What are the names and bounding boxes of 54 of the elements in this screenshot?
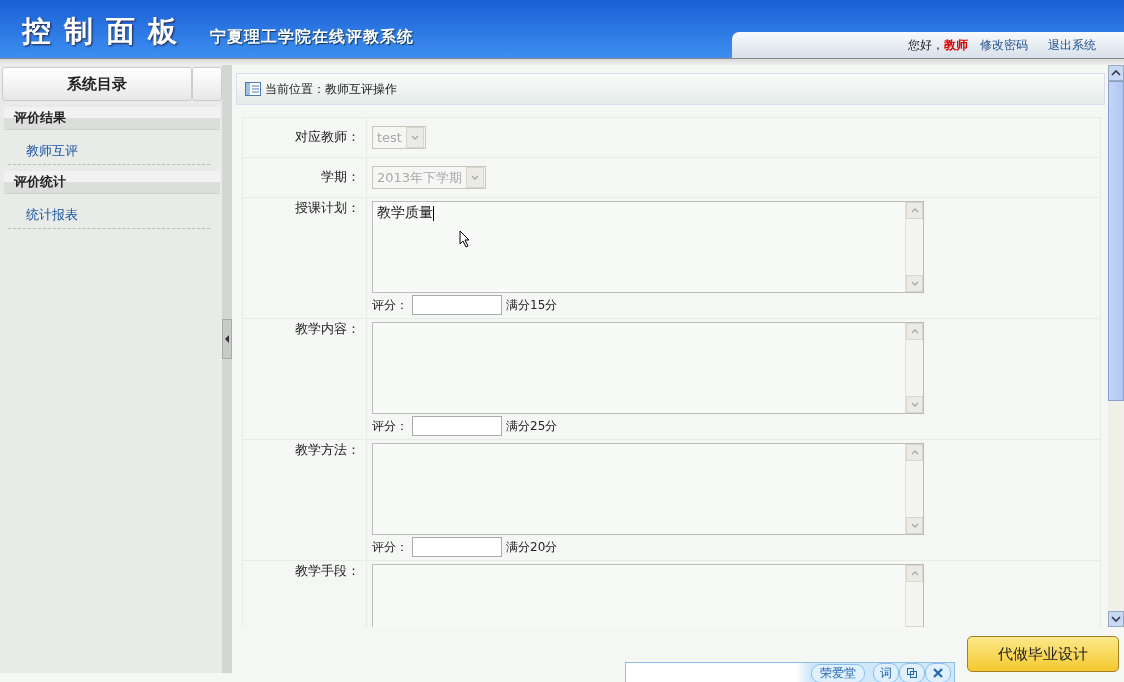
breadcrumb-text: 当前位置：教师互评操作 [265,80,397,98]
user-name: 教师 [944,36,968,54]
scrollbar[interactable] [1108,65,1124,627]
close-button[interactable] [925,663,951,682]
header-link[interactable]: 修改密码 [980,36,1028,54]
menu-link[interactable]: 统计报表 [8,200,210,229]
up-chevron-icon [910,571,919,576]
max-score-note: 满分15分 [506,296,558,314]
dropdown: 2013年下学期 [372,166,487,189]
up-chevron-icon [910,208,919,213]
word-button[interactable]: 词 [873,663,899,682]
copy-icon [907,668,917,678]
down-chevron-icon [410,135,419,140]
menu-link[interactable]: 教师互评 [8,136,210,165]
up-chevron-icon [910,329,919,334]
sidebar-title: 系统目录 [2,67,192,101]
score-label: 评分： [372,296,408,314]
down-chevron-icon [910,281,919,286]
window-icon [245,82,261,96]
score-field[interactable] [412,537,502,557]
ad-bubble[interactable]: 代做毕业设计 [967,636,1119,672]
field-label: 教学手段： [295,563,360,578]
up-chevron-icon [1111,70,1121,76]
scroll-up-button[interactable] [1108,65,1124,81]
dropdown: test [372,126,426,149]
field-label: 授课计划： [295,200,360,215]
down-chevron-icon [471,175,480,180]
score-label: 评分： [372,417,408,435]
mouse-pointer-icon [459,230,471,248]
up-chevron-icon [910,450,919,455]
close-icon [933,668,943,678]
score-label: 评分： [372,538,408,556]
copy-button[interactable] [899,663,925,682]
max-score-note: 满分20分 [506,538,558,556]
system-name: 宁夏理工学院在线评教系统 [210,27,414,48]
field-label: 教学方法： [295,442,360,457]
field-label: 学期： [321,168,360,184]
panel-title: 控制面板 [22,13,190,50]
menu-group-heading: 评价结果 [4,107,220,130]
input-method-menu[interactable]: 荣爱堂 [811,663,865,682]
collapse-handle[interactable] [222,319,232,359]
score-field[interactable] [412,416,502,436]
left-arrow-icon [224,335,230,343]
menu-group-heading: 评价统计 [4,171,220,194]
max-score-note: 满分25分 [506,417,558,435]
field-label: 教学内容： [295,321,360,336]
field-label: 对应教师： [295,128,360,144]
scroll-thumb[interactable] [1108,81,1124,401]
header-link[interactable]: 退出系统 [1048,36,1096,54]
down-chevron-icon [910,402,919,407]
greeting: 您好， [908,36,944,54]
down-chevron-icon [910,523,919,528]
score-field[interactable] [412,295,502,315]
down-chevron-icon [1111,616,1121,622]
